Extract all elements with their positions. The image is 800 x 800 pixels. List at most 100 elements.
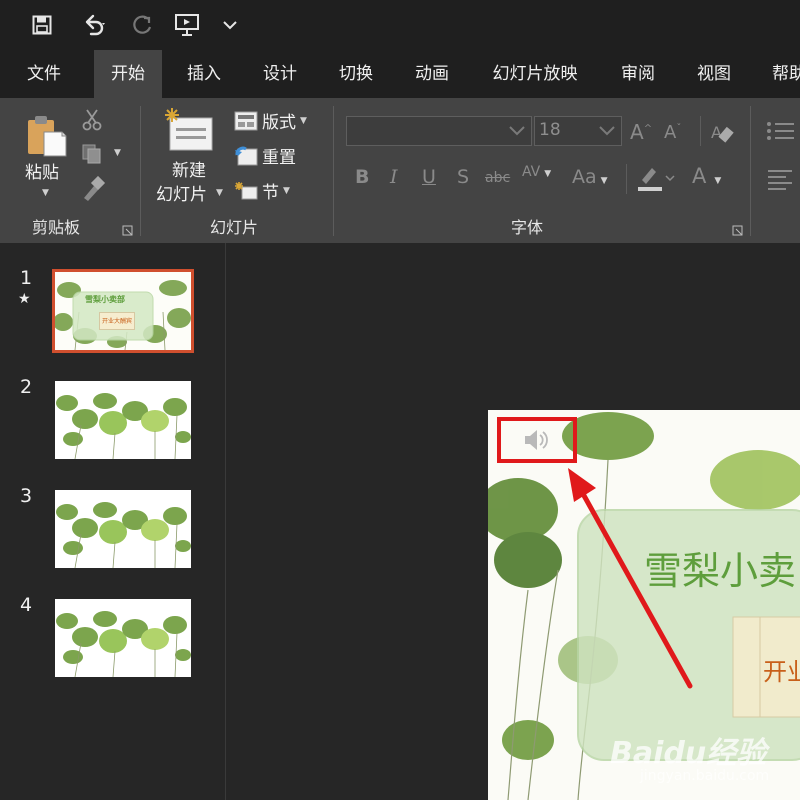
- slide-thumbnail-4[interactable]: [55, 599, 191, 677]
- bold-button[interactable]: B: [355, 166, 369, 188]
- paste-label: 粘贴: [25, 163, 59, 183]
- tab-home[interactable]: 开始: [94, 50, 162, 98]
- present-from-start-button[interactable]: [172, 10, 202, 40]
- cut-icon: [82, 109, 102, 131]
- copy-icon: [82, 144, 101, 164]
- layout-icon: [234, 111, 258, 130]
- layout-button[interactable]: 版式 ▼: [234, 108, 307, 133]
- section-button[interactable]: 节 ▼: [234, 178, 290, 203]
- ribbon-separator: [140, 106, 141, 236]
- bullets-button[interactable]: [766, 120, 794, 146]
- bullets-icon: [767, 122, 794, 140]
- watermark-url: jingyan.baidu.com: [640, 768, 770, 784]
- svg-text:A: A: [711, 123, 722, 142]
- character-spacing-label: AV: [522, 164, 541, 180]
- clipboard-group-label: 剪贴板: [32, 218, 81, 237]
- character-spacing-button[interactable]: AV ▼: [522, 164, 551, 180]
- layout-label: 版式: [262, 113, 296, 133]
- slides-group-label: 幻灯片: [210, 218, 259, 237]
- change-case-button[interactable]: Aa ▼: [572, 166, 608, 188]
- tab-insert[interactable]: 插入: [172, 50, 236, 98]
- paste-dropdown-caret[interactable]: ▼: [42, 188, 49, 198]
- slide-thumbnail-image: [55, 272, 191, 350]
- italic-button[interactable]: I: [390, 166, 398, 188]
- tab-file[interactable]: 文件: [12, 50, 76, 98]
- clipboard-dialog-launcher[interactable]: [122, 222, 134, 236]
- paste-button[interactable]: 粘贴 ▼: [18, 108, 74, 208]
- tab-animations[interactable]: 动画: [400, 50, 464, 98]
- undo-icon: [85, 14, 105, 36]
- new-slide-icon: [165, 108, 213, 151]
- font-name-dropdown[interactable]: [346, 116, 532, 146]
- increase-font-size-button[interactable]: A^: [630, 120, 652, 144]
- annotation-arrow: [568, 468, 693, 689]
- tab-help[interactable]: 帮助: [764, 50, 800, 98]
- annotation-highlight-box: [497, 417, 577, 463]
- format-painter-button[interactable]: [80, 175, 106, 202]
- tab-view[interactable]: 视图: [682, 50, 746, 98]
- dialog-launcher-icon: [732, 225, 743, 236]
- font-size-value: 18: [539, 120, 561, 140]
- tab-design[interactable]: 设计: [248, 50, 312, 98]
- format-painter-icon: [84, 175, 106, 201]
- ribbon-separator: [333, 106, 334, 236]
- underline-button[interactable]: U: [422, 166, 436, 188]
- slide-number: 3: [20, 485, 33, 507]
- section-label: 节: [262, 183, 279, 203]
- slide-thumbnail-1[interactable]: 雪梨小卖部 开业大酬宾: [52, 269, 194, 353]
- watermark-brand: Baidu经验: [610, 736, 767, 771]
- ribbon-tabs: 文件 开始 插入 设计 切换 动画 幻灯片放映 审阅 视图 帮助: [0, 50, 800, 98]
- tab-review[interactable]: 审阅: [606, 50, 670, 98]
- slide-thumbnail-image: [55, 381, 191, 459]
- reset-button[interactable]: 重置: [234, 143, 296, 168]
- redo-icon: [133, 15, 152, 34]
- toolbar-divider: [700, 116, 701, 146]
- thumbnail-title: 雪梨小卖部: [85, 295, 125, 304]
- thumbnail-subtitle: 开业大酬宾: [99, 312, 135, 330]
- font-dialog-launcher[interactable]: [732, 222, 744, 236]
- align-left-icon: [768, 170, 792, 190]
- font-size-dropdown[interactable]: 18: [534, 116, 622, 146]
- reset-icon: [235, 146, 258, 165]
- undo-button[interactable]: [72, 10, 118, 40]
- decrease-font-size-button[interactable]: Aˇ: [664, 122, 681, 143]
- highlight-button[interactable]: [636, 164, 676, 196]
- font-group-label: 字体: [511, 218, 544, 237]
- ribbon-separator: [750, 106, 751, 236]
- font-color-button[interactable]: A ▼: [692, 164, 721, 188]
- new-slide-dropdown-caret[interactable]: ▼: [216, 188, 223, 198]
- slide-number: 2: [20, 376, 33, 398]
- new-slide-label-line1: 新建: [172, 161, 206, 181]
- slide-thumbnail-2[interactable]: [55, 381, 191, 459]
- copy-button[interactable]: ▼: [80, 142, 124, 166]
- quick-access-toolbar: [0, 0, 800, 50]
- animation-star-icon: ★: [18, 291, 31, 307]
- strikethrough-button[interactable]: abc: [485, 170, 510, 186]
- customize-qat-icon: [223, 21, 237, 30]
- align-left-button[interactable]: [766, 168, 794, 194]
- ribbon-home: 粘贴 ▼ ▼ 剪贴板 新建 幻灯片 ▼ 版式 ▼ 重置 节 ▼ 幻灯片 18 A…: [0, 98, 800, 243]
- font-color-label: A: [692, 164, 707, 188]
- section-icon: [235, 181, 258, 199]
- text-shadow-button[interactable]: S: [457, 166, 469, 188]
- tab-slideshow[interactable]: 幻灯片放映: [480, 50, 590, 98]
- customize-qat-button[interactable]: [220, 10, 240, 40]
- reset-label: 重置: [262, 148, 296, 168]
- clear-formatting-icon: A: [711, 123, 734, 143]
- slide-thumbnail-panel: 1 ★ 雪梨小卖部 开业大酬宾 2 3 4: [0, 243, 226, 800]
- tab-transitions[interactable]: 切换: [324, 50, 388, 98]
- dialog-launcher-icon: [122, 225, 133, 236]
- save-icon: [32, 15, 52, 35]
- change-case-label: Aa: [572, 166, 597, 188]
- cut-button[interactable]: [80, 108, 104, 132]
- highlighter-icon: [638, 168, 675, 191]
- new-slide-button[interactable]: 新建 幻灯片 ▼: [150, 104, 230, 208]
- slide-thumbnail-image: [55, 490, 191, 568]
- slide-subtitle[interactable]: 开业: [763, 652, 800, 687]
- slide-number: 1: [20, 267, 33, 289]
- redo-button[interactable]: [130, 10, 154, 40]
- slide-thumbnail-3[interactable]: [55, 490, 191, 568]
- slide-number: 4: [20, 594, 33, 616]
- clear-formatting-button[interactable]: A: [710, 120, 734, 148]
- save-button[interactable]: [28, 10, 56, 40]
